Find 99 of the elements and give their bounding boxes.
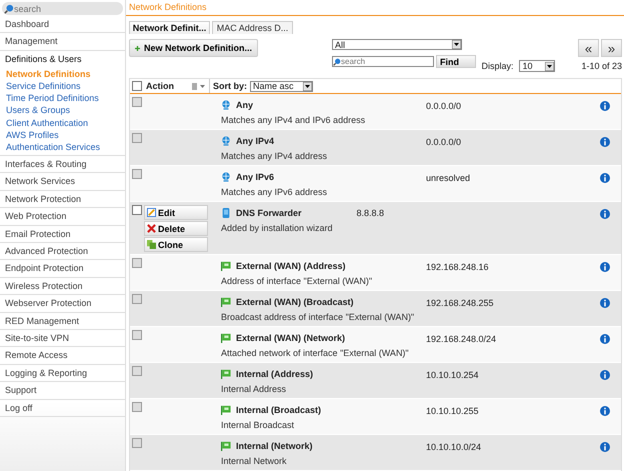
definition-address: 10.10.10.254 (426, 370, 479, 380)
search-field[interactable]: search (332, 56, 434, 68)
plus-icon (135, 44, 140, 53)
search-icon (333, 58, 341, 66)
definition-address: 10.10.10.0/24 (426, 442, 482, 452)
sidebar-item[interactable]: Dashboard (0, 16, 125, 34)
sidebar-subitem[interactable]: AWS Profiles (0, 128, 125, 141)
search-input[interactable]: search (14, 4, 104, 14)
sidebar-item[interactable]: Advanced Protection (0, 243, 125, 260)
sidebar-subitem[interactable]: Users & Groups (0, 104, 125, 117)
row-checkbox[interactable] (132, 205, 142, 215)
sidebar-subitem[interactable]: Time Period Definitions (0, 92, 125, 104)
info-icon[interactable] (600, 209, 610, 219)
definition-comment: Internal Broadcast (221, 420, 296, 430)
flag-icon (221, 261, 231, 271)
tab[interactable]: MAC Address D... (212, 21, 293, 34)
page-title: Network Definitions (126, 0, 624, 16)
definition-name: Internal (Network) (236, 441, 313, 451)
definition-comment: Address of interface "External (WAN)" (221, 276, 374, 286)
definition-address: unresolved (426, 173, 470, 183)
definition-address: 10.10.10.255 (426, 406, 479, 416)
definition-name: Any IPv4 (236, 136, 274, 146)
new-definition-button[interactable]: New Network Definition... (129, 39, 258, 58)
tab[interactable]: Network Definit... (129, 21, 210, 34)
flag-icon (221, 405, 231, 415)
copy-icon (147, 240, 156, 249)
definition-address: 0.0.0.0/0 (426, 101, 462, 111)
sidebar-item[interactable]: Endpoint Protection (0, 260, 125, 278)
sidebar-item[interactable]: Web Protection (0, 208, 125, 226)
definition-comment: Matches any IPv4 and IPv6 address (221, 115, 366, 125)
sidebar-item[interactable]: Site-to-site VPN (0, 330, 125, 348)
definition-address: 0.0.0.0/0 (426, 137, 462, 147)
search-field[interactable]: search (2, 2, 123, 15)
definition-address: 192.168.248.255 (426, 298, 494, 308)
definition-name: Internal (Address) (236, 369, 314, 379)
sort-dropdown[interactable]: Name asc (250, 80, 314, 92)
definition-comment: Attached network of interface "External (WAN)" (221, 348, 410, 358)
display-dropdown[interactable]: 10 (519, 60, 556, 72)
sidebar-item[interactable]: Log off (0, 400, 125, 417)
sidebar-item[interactable]: Definitions & Users (0, 50, 125, 68)
column-header: Action (146, 81, 174, 91)
globe-icon (221, 172, 231, 182)
cross-icon (147, 224, 156, 233)
definition-name: Any IPv6 (236, 172, 274, 182)
sidebar-item[interactable]: Management (0, 33, 125, 51)
sidebar-item[interactable]: Network Services (0, 173, 125, 191)
sidebar-item[interactable]: Network Protection (0, 190, 125, 208)
flag-icon (221, 297, 231, 307)
definition-name: DNS Forwarder (236, 208, 302, 218)
sidebar-item[interactable]: Webserver Protection (0, 295, 125, 313)
globe-icon (221, 100, 231, 110)
sidebar-item[interactable]: Support (0, 382, 125, 400)
display-label: Display: (481, 61, 514, 72)
previous-page-button[interactable]: « (578, 39, 599, 58)
pencil-icon (147, 208, 156, 217)
flag-icon (221, 369, 231, 379)
sidebar-item[interactable]: RED Management (0, 312, 125, 330)
sidebar-subitem[interactable]: Authentication Services (0, 140, 125, 154)
table-row[interactable]: Edit Delete Clone DNS Forwarder 8.8.8.8 Added by installation wizard (130, 202, 621, 255)
caret-icon (303, 82, 312, 90)
device-icon (221, 208, 231, 218)
definition-name: External (WAN) (Network) (236, 333, 346, 343)
sidebar-subitem[interactable]: Client Authentication (0, 116, 125, 129)
select-all-checkbox[interactable] (132, 81, 142, 91)
caret-icon (545, 62, 554, 71)
sidebar-item[interactable]: Wireless Protection (0, 278, 125, 296)
definition-name: Any (236, 100, 254, 110)
sidebar-item[interactable]: Interfaces & Routing (0, 156, 125, 174)
globe-icon (221, 136, 231, 146)
definition-comment: Added by installation wizard (221, 223, 334, 233)
definition-address: 192.168.248.16 (426, 262, 489, 272)
flag-icon (221, 333, 231, 343)
search-input[interactable]: search (341, 57, 421, 66)
flag-icon (221, 441, 231, 451)
definition-name: External (WAN) (Address) (236, 261, 346, 271)
columns-menu-icon[interactable] (192, 82, 206, 90)
sidebar-item[interactable]: Logging & Reporting (0, 364, 125, 382)
definition-comment: Matches any IPv4 address (221, 151, 328, 161)
edit-button[interactable]: Edit (144, 205, 208, 220)
delete-button[interactable]: Delete (144, 221, 208, 236)
definition-comment: Broadcast address of interface "External (WAN)" (221, 312, 416, 322)
sidebar-subitem[interactable]: Service Definitions (0, 80, 125, 92)
page-range: 1-10 of 23 (581, 61, 622, 72)
sidebar-item[interactable]: Email Protection (0, 226, 125, 244)
caret-icon (452, 40, 461, 50)
clone-button[interactable]: Clone (144, 237, 208, 252)
sidebar-item[interactable]: Remote Access (0, 347, 125, 365)
definition-comment: Internal Network (221, 456, 288, 466)
filter-dropdown[interactable]: All (332, 39, 462, 50)
definition-address: 192.168.248.0/24 (426, 334, 496, 344)
definition-name: External (WAN) (Broadcast) (236, 297, 354, 307)
column-header: Sort by: (213, 81, 248, 91)
definition-address: 8.8.8.8 (356, 208, 384, 218)
search-icon (4, 4, 14, 14)
find-button[interactable]: Find (436, 55, 476, 68)
definition-name: Internal (Broadcast) (236, 405, 322, 415)
definition-comment: Internal Address (221, 384, 288, 394)
definition-comment: Matches any IPv6 address (221, 187, 328, 197)
next-page-button[interactable]: » (601, 39, 622, 58)
